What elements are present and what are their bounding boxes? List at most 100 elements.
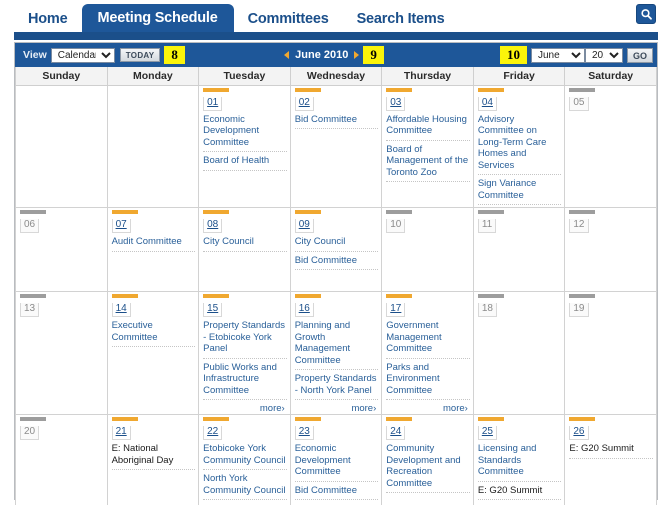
day-number-link[interactable]: 08	[203, 219, 223, 233]
day-event-list: Property Standards - Etobicoke York Pane…	[199, 317, 290, 414]
day-accent-bar	[20, 210, 46, 214]
day-number-link[interactable]: 25	[477, 426, 497, 440]
day-accent-bar	[386, 294, 413, 298]
calendar-meeting-link[interactable]: Sign Variance Committee	[477, 177, 562, 205]
calendar-meeting-link[interactable]: Parks and Environment Committee	[386, 361, 470, 400]
calendar-meeting-link[interactable]: Advisory Committee on Long-Term Care Hom…	[477, 113, 562, 175]
weekday-header-friday: Friday	[472, 67, 566, 86]
year-select[interactable]: 2010	[584, 47, 623, 63]
day-number-link: 13	[20, 303, 40, 317]
day-accent-bar	[386, 87, 413, 92]
day-accent-bar	[20, 417, 46, 421]
calendar-meeting-link[interactable]: Economic Development Committee	[203, 113, 287, 152]
day-number-link: 19	[569, 303, 589, 317]
weekday-header-row: Sunday Monday Tuesday Wednesday Thursday…	[15, 67, 657, 86]
annotation-marker-10: 10	[499, 46, 527, 64]
calendar-meeting-link[interactable]: Public Works and Infrastructure Committe…	[203, 361, 287, 400]
calendar-day-cell: 22 Etobicoke York Community Council North …	[198, 414, 291, 505]
day-number-link[interactable]: 15	[203, 303, 223, 317]
calendar-meeting-link[interactable]: Audit Committee	[111, 235, 196, 252]
weekday-header-tuesday: Tuesday	[198, 67, 291, 86]
day-number-link[interactable]: 21	[111, 426, 131, 440]
more-events-link[interactable]: more›	[203, 402, 287, 414]
day-number-link[interactable]: 04	[477, 96, 497, 111]
calendar-meeting-link[interactable]: City Council	[294, 235, 379, 252]
day-number-link[interactable]: 09	[294, 219, 314, 233]
calendar-meeting-link[interactable]: Community Development and Recreation Com…	[386, 442, 470, 493]
calendar-meeting-link[interactable]: Government Management Committee	[386, 319, 470, 359]
more-events-link[interactable]: more›	[295, 402, 379, 414]
annotation-marker-8: 8	[164, 46, 185, 64]
tab-committees[interactable]: Committees	[233, 6, 343, 32]
day-number-link[interactable]: 23	[294, 426, 314, 440]
calendar-meeting-link[interactable]: Bid Committee	[294, 484, 379, 500]
day-accent-bar	[569, 294, 596, 298]
day-accent-bar	[477, 417, 504, 421]
current-month-title: June 2010	[295, 49, 349, 61]
calendar-day-cell: 05	[564, 84, 657, 208]
day-event-list: Etobicoke York Community Council North Yo…	[199, 440, 290, 505]
go-button[interactable]: GO	[626, 47, 653, 63]
calendar-meeting-link[interactable]: Economic Development Committee	[294, 442, 379, 482]
tab-home[interactable]: Home	[14, 6, 82, 32]
calendar-day-cell: 10	[381, 207, 474, 292]
day-number-link[interactable]: 17	[386, 303, 406, 317]
day-event-list: Community Development and Recreation Com…	[382, 440, 473, 493]
calendar-day-cell: 04 Advisory Committee on Long-Term Care H…	[472, 84, 566, 208]
day-accent-bar	[477, 294, 504, 298]
view-select[interactable]: Calendar	[50, 47, 115, 63]
search-button[interactable]	[636, 4, 656, 24]
day-number-link: 06	[20, 219, 40, 233]
day-event-list	[565, 317, 656, 319]
next-month-icon[interactable]	[354, 51, 360, 59]
calendar-day-cell: 11	[472, 207, 566, 292]
calendar-toolbar: June 2010 9 View Calendar TODAY 8 10 Jun…	[15, 43, 657, 67]
day-number-link[interactable]: 22	[203, 426, 223, 440]
calendar-meeting-link[interactable]: North York Community Council	[203, 472, 287, 500]
day-event-list: E: G20 Summit	[565, 440, 656, 459]
day-number-link[interactable]: 26	[569, 426, 589, 440]
month-select[interactable]: June	[530, 47, 585, 63]
tab-search-items[interactable]: Search Items	[342, 6, 459, 32]
calendar-meeting-link[interactable]: Affordable Housing Committee	[386, 113, 470, 141]
today-button[interactable]: TODAY	[119, 48, 161, 62]
day-number-link[interactable]: 07	[111, 219, 131, 233]
day-accent-bar	[294, 294, 321, 298]
calendar-day-cell: 21 E: National Aboriginal Day	[106, 414, 200, 505]
day-number-link[interactable]: 01	[203, 96, 223, 111]
day-accent-bar	[111, 417, 138, 421]
calendar-event-item: E: National Aboriginal Day	[111, 442, 196, 470]
calendar-week-row: 13 14 Executive Committee 15 Property Standa…	[15, 291, 657, 415]
calendar-meeting-link[interactable]: Board of Health	[203, 154, 287, 171]
calendar-day-cell: 15 Property Standards - Etobicoke York Pa…	[198, 291, 291, 415]
calendar-meeting-link[interactable]: Bid Committee	[294, 113, 379, 129]
calendar-meeting-link[interactable]: Board of Management of the Toronto Zoo	[386, 143, 470, 182]
day-number-link[interactable]: 03	[386, 96, 406, 111]
calendar-meeting-link[interactable]: Property Standards - Etobicoke York Pane…	[203, 319, 287, 359]
day-number-link: 18	[477, 303, 497, 317]
previous-month-icon[interactable]	[284, 51, 290, 59]
header-divider	[14, 32, 658, 40]
weekday-header-monday: Monday	[106, 67, 200, 86]
calendar-day-cell: 01 Economic Development Committee Board of…	[198, 84, 291, 208]
day-number-link[interactable]: 02	[294, 96, 314, 111]
day-accent-bar	[111, 210, 138, 214]
calendar-meeting-link[interactable]: Planning and Growth Management Committee	[294, 319, 379, 370]
calendar-body: 01 Economic Development Committee Board of…	[15, 84, 657, 505]
more-events-link[interactable]: more›	[386, 402, 470, 414]
calendar-meeting-link[interactable]: City Council	[203, 235, 287, 252]
calendar-meeting-link[interactable]: Etobicoke York Community Council	[203, 442, 287, 470]
day-event-list	[474, 233, 565, 235]
day-number-link[interactable]: 16	[294, 303, 314, 317]
calendar-day-cell: 18	[472, 291, 566, 415]
day-number-link[interactable]: 24	[386, 426, 406, 440]
calendar-meeting-link[interactable]: Licensing and Standards Committee	[477, 442, 562, 482]
day-number-link[interactable]: 14	[111, 303, 131, 317]
weekday-header-saturday: Saturday	[564, 67, 657, 86]
calendar-meeting-link[interactable]: Property Standards - North York Panel	[294, 372, 379, 400]
tab-meeting-schedule[interactable]: Meeting Schedule	[81, 4, 234, 32]
day-event-list: Executive Committee	[108, 317, 199, 347]
calendar-meeting-link[interactable]: Executive Committee	[111, 319, 196, 347]
calendar-meeting-link[interactable]: Bid Committee	[294, 254, 379, 270]
day-accent-bar	[203, 417, 230, 421]
